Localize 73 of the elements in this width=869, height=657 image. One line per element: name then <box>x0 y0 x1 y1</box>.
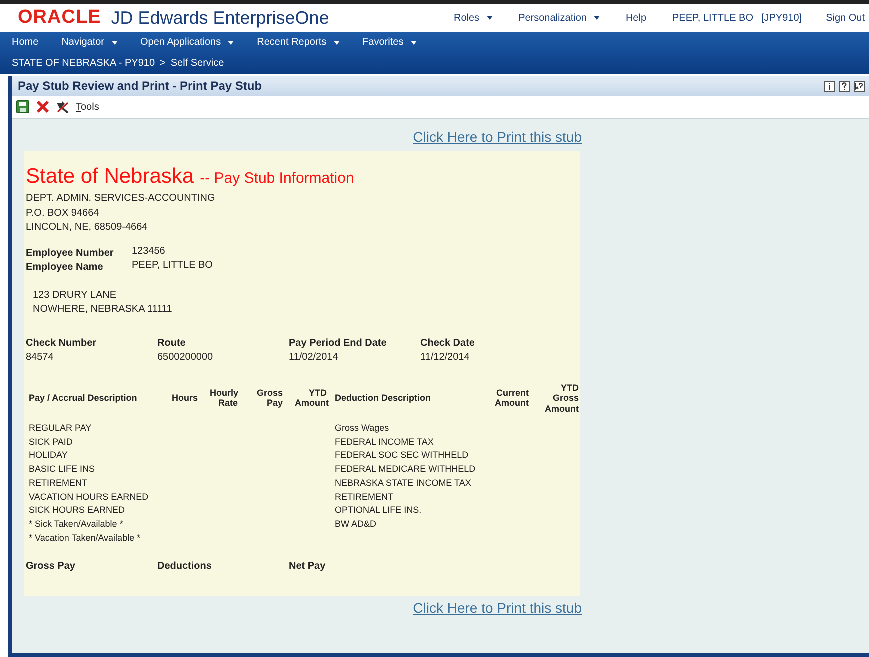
column-header: YTD Amount <box>294 388 327 409</box>
column-header: Current Amount <box>494 388 529 409</box>
product-name: JD Edwards EnterpriseOne <box>111 8 330 28</box>
column-header: Pay / Accrual Description <box>29 393 138 404</box>
table-cell: OPTIONAL LIFE INS. <box>335 505 422 516</box>
nav-menu[interactable]: Open Applications <box>140 37 234 48</box>
header-menu[interactable]: Help <box>626 12 647 24</box>
field-value: 11/12/2014 <box>420 352 471 362</box>
nav-menu[interactable]: Favorites <box>362 37 417 48</box>
stub-subtitle: -- Pay Stub Information <box>200 170 354 187</box>
table-cell: SICK PAID <box>29 436 73 447</box>
oracle-logo: ORACLE <box>18 7 102 29</box>
tools-icon[interactable] <box>56 100 70 114</box>
column-header: Deduction Description <box>334 393 432 404</box>
tools-menu[interactable]: Tools <box>76 102 100 112</box>
table-cell: Gross Wages <box>335 423 390 433</box>
info-icon[interactable] <box>824 80 835 92</box>
field-label: Employee Number <box>26 246 115 260</box>
table-cell: * Vacation Taken/Available * <box>29 532 141 543</box>
table-cell: SICK HOURS EARNED <box>29 505 126 516</box>
nav-menu[interactable]: Navigator <box>62 37 118 48</box>
total-label: Gross Pay <box>26 561 76 572</box>
table-cell: BASIC LIFE INS <box>29 464 96 474</box>
total-label: Net Pay <box>289 561 327 572</box>
field-value: 123456 <box>132 244 166 258</box>
column-header: Gross Pay <box>256 388 283 409</box>
page-title: Pay Stub Review and Print - Print Pay Stub <box>18 79 262 93</box>
field-value: PEEP, LITTLE BO <box>132 258 213 272</box>
employer-address-line: DEPT. ADMIN. SERVICES-ACCOUNTING <box>26 192 216 206</box>
save-icon[interactable] <box>16 100 30 114</box>
breadcrumb-item: > <box>160 58 166 69</box>
table-cell: BW AD&D <box>335 518 377 529</box>
table-cell: NEBRASKA STATE INCOME TAX <box>335 478 472 488</box>
employer-address-line: LINCOLN, NE, 68509-4664 <box>26 221 149 235</box>
print-link[interactable]: Click Here to Print this stub <box>413 129 582 145</box>
context-help-icon[interactable] <box>854 80 865 92</box>
field-label: Check Number <box>26 338 98 348</box>
close-icon[interactable] <box>36 100 50 114</box>
field-label: Route <box>158 338 187 348</box>
stub-title: State of Nebraska <box>26 165 194 189</box>
table-cell: RETIREMENT <box>335 492 394 502</box>
table-cell: HOLIDAY <box>29 450 68 460</box>
table-cell: FEDERAL SOC SEC WITHHELD <box>335 450 469 460</box>
field-value: 6500200000 <box>158 352 214 362</box>
column-header: Hours <box>170 393 198 404</box>
employee-address-line: NOWHERE, NEBRASKA 11111 <box>33 303 174 317</box>
employee-address-line: 123 DRURY LANE <box>33 288 118 302</box>
table-cell: RETIREMENT <box>29 478 88 488</box>
field-label: Employee Name <box>26 260 104 274</box>
environment-label: [JPY910] <box>761 12 802 24</box>
breadcrumb-item: STATE OF NEBRASKA - PY910 <box>12 58 156 69</box>
table-cell: VACATION HOURS EARNED <box>29 492 149 502</box>
nav-menu[interactable]: Recent Reports <box>257 37 340 48</box>
help-icon[interactable] <box>839 80 850 92</box>
table-cell: FEDERAL MEDICARE WITHHELD <box>335 464 476 474</box>
nav-menu[interactable]: Home <box>12 37 39 48</box>
field-label: Pay Period End Date <box>289 338 388 348</box>
field-value: 11/02/2014 <box>289 352 340 362</box>
total-label: Deductions <box>158 561 213 572</box>
user-name: PEEP, LITTLE BO <box>672 12 754 24</box>
print-link[interactable]: Click Here to Print this stub <box>413 600 582 616</box>
table-cell: REGULAR PAY <box>29 423 92 433</box>
employer-address-line: P.O. BOX 94664 <box>26 206 100 220</box>
table-cell: * Sick Taken/Available * <box>29 518 124 529</box>
column-header: YTD Gross Amount <box>544 382 579 414</box>
column-header: Hourly Rate <box>209 388 238 409</box>
table-cell: FEDERAL INCOME TAX <box>335 436 434 447</box>
header-menu[interactable]: Roles <box>454 12 493 24</box>
field-value: 84574 <box>26 352 55 362</box>
field-label: Check Date <box>420 338 476 348</box>
sign-out-link[interactable]: Sign Out <box>826 12 865 24</box>
breadcrumb-item: Self Service <box>170 58 224 69</box>
header-menu[interactable]: Personalization <box>518 12 600 24</box>
